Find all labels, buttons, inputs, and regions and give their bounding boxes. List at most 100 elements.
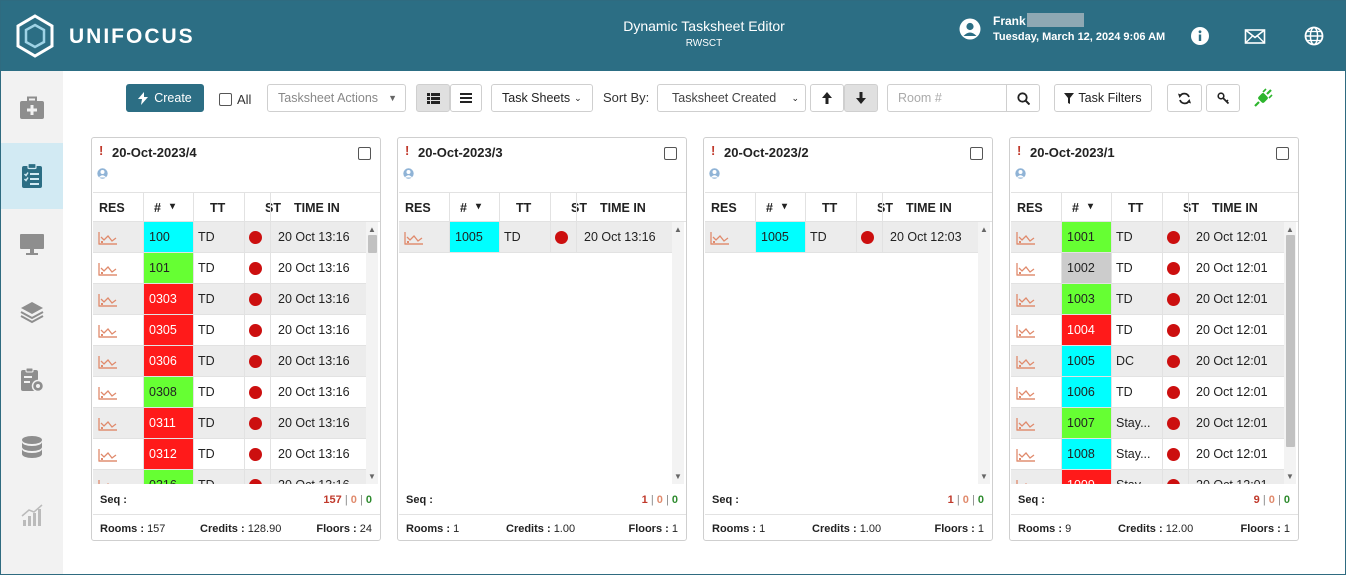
room-status-chart-icon[interactable] — [1016, 260, 1036, 276]
room-status-chart-icon[interactable] — [98, 384, 118, 400]
room-status-chart-icon[interactable] — [98, 260, 118, 276]
room-number-cell[interactable]: 0308 — [144, 377, 193, 407]
room-status-chart-icon[interactable] — [1016, 415, 1036, 431]
room-status-chart-icon[interactable] — [98, 415, 118, 431]
room-number-cell[interactable]: 1001 — [1062, 222, 1111, 252]
room-number-cell[interactable]: 1005 — [450, 222, 499, 252]
scroll-down-icon[interactable]: ▼ — [368, 472, 376, 481]
room-number-cell[interactable]: 1004 — [1062, 315, 1111, 345]
vertical-scrollbar[interactable]: ▲ ▼ — [366, 222, 378, 484]
task-sheets-dropdown[interactable]: Task Sheets ⌄ — [491, 84, 593, 112]
room-number-cell[interactable]: 0303 — [144, 284, 193, 314]
sidebar-item-first-aid[interactable] — [1, 75, 63, 141]
table-row[interactable]: 0308 TD 20 Oct 13:16 — [93, 377, 366, 408]
room-status-chart-icon[interactable] — [98, 353, 118, 369]
column-header-num[interactable]: # — [460, 201, 467, 215]
scroll-down-icon[interactable]: ▼ — [980, 472, 988, 481]
scroll-down-icon[interactable]: ▼ — [674, 472, 682, 481]
table-row[interactable]: 1005 TD 20 Oct 13:16 — [399, 222, 672, 253]
info-icon[interactable] — [1190, 26, 1210, 46]
sort-descending-button[interactable] — [844, 84, 878, 112]
room-status-chart-icon[interactable] — [1016, 384, 1036, 400]
sidebar-item-database[interactable] — [1, 415, 63, 481]
room-number-cell[interactable]: 1005 — [756, 222, 805, 252]
column-header-num[interactable]: # — [154, 201, 161, 215]
list-view-toggle[interactable] — [450, 84, 482, 112]
room-number-cell[interactable]: 101 — [144, 253, 193, 283]
sidebar-item-layers[interactable] — [1, 279, 63, 345]
sort-caret-icon[interactable]: ▾ — [170, 201, 175, 212]
room-status-chart-icon[interactable] — [1016, 322, 1036, 338]
column-header-num[interactable]: # — [766, 201, 773, 215]
card-select-checkbox[interactable] — [358, 147, 371, 160]
room-search-input[interactable]: Room # — [887, 84, 1007, 112]
mail-icon[interactable] — [1244, 26, 1266, 46]
room-number-cell[interactable]: 1009... — [1062, 470, 1111, 484]
table-row[interactable]: 100 TD 20 Oct 13:16 — [93, 222, 366, 253]
sort-by-select[interactable]: Tasksheet Created ⌄ — [657, 84, 806, 112]
globe-icon[interactable] — [1304, 26, 1324, 46]
room-status-chart-icon[interactable] — [1016, 291, 1036, 307]
table-row[interactable]: 1009... Stay... 20 Oct 12:01 — [1011, 470, 1284, 484]
card-select-checkbox[interactable] — [664, 147, 677, 160]
sort-caret-icon[interactable]: ▾ — [782, 201, 787, 212]
scroll-up-icon[interactable]: ▲ — [368, 225, 376, 234]
room-status-chart-icon[interactable] — [98, 477, 118, 484]
table-row[interactable]: 0312 TD 20 Oct 13:16 — [93, 439, 366, 470]
table-row[interactable]: 1006 TD 20 Oct 12:01 — [1011, 377, 1284, 408]
room-number-cell[interactable]: 1007 — [1062, 408, 1111, 438]
create-button[interactable]: Create — [126, 84, 204, 112]
scrollbar-thumb[interactable] — [1286, 235, 1295, 448]
card-select-checkbox[interactable] — [970, 147, 983, 160]
vertical-scrollbar[interactable]: ▲ ▼ — [1284, 222, 1296, 484]
sidebar-item-reports[interactable] — [1, 483, 63, 549]
room-number-cell[interactable]: 1002 — [1062, 253, 1111, 283]
room-number-cell[interactable]: 1003 — [1062, 284, 1111, 314]
table-row[interactable]: 0303 TD 20 Oct 13:16 — [93, 284, 366, 315]
scroll-up-icon[interactable]: ▲ — [1286, 225, 1294, 234]
room-status-chart-icon[interactable] — [98, 322, 118, 338]
table-row[interactable]: 1003 TD 20 Oct 12:01 — [1011, 284, 1284, 315]
scroll-up-icon[interactable]: ▲ — [980, 225, 988, 234]
tasksheet-actions-dropdown[interactable]: Tasksheet Actions ▼ — [267, 84, 406, 112]
room-status-chart-icon[interactable] — [404, 229, 424, 245]
room-status-chart-icon[interactable] — [1016, 477, 1036, 484]
room-status-chart-icon[interactable] — [1016, 229, 1036, 245]
room-status-chart-icon[interactable] — [1016, 353, 1036, 369]
refresh-button[interactable] — [1167, 84, 1202, 112]
card-select-checkbox[interactable] — [1276, 147, 1289, 160]
user-avatar-icon[interactable] — [959, 18, 981, 40]
table-row[interactable]: 0305 TD 20 Oct 13:16 — [93, 315, 366, 346]
table-row[interactable]: 1004 TD 20 Oct 12:01 — [1011, 315, 1284, 346]
table-row[interactable]: 1005 DC 20 Oct 12:01 — [1011, 346, 1284, 377]
table-row[interactable]: 1007 Stay... 20 Oct 12:01 — [1011, 408, 1284, 439]
room-status-chart-icon[interactable] — [710, 229, 730, 245]
room-number-cell[interactable]: 1006 — [1062, 377, 1111, 407]
room-number-cell[interactable]: 0306 — [144, 346, 193, 376]
room-number-cell[interactable]: 1005 — [1062, 346, 1111, 376]
table-row[interactable]: 0306 TD 20 Oct 13:16 — [93, 346, 366, 377]
sidebar-item-tasksheets[interactable] — [1, 143, 63, 209]
table-row[interactable]: 0316 TD 20 Oct 13:16 — [93, 470, 366, 484]
table-row[interactable]: 0311 TD 20 Oct 13:16 — [93, 408, 366, 439]
vertical-scrollbar[interactable]: ▲ ▼ — [672, 222, 684, 484]
sort-ascending-button[interactable] — [810, 84, 844, 112]
room-number-cell[interactable]: 0312 — [144, 439, 193, 469]
table-row[interactable]: 1005 TD 20 Oct 12:03 — [705, 222, 978, 253]
table-row[interactable]: 1001 TD 20 Oct 12:01 — [1011, 222, 1284, 253]
room-status-chart-icon[interactable] — [98, 229, 118, 245]
room-number-cell[interactable]: 100 — [144, 222, 193, 252]
sidebar-item-monitor[interactable] — [1, 211, 63, 277]
connection-status-icon[interactable] — [1253, 88, 1273, 108]
scrollbar-thumb[interactable] — [368, 235, 377, 253]
room-status-chart-icon[interactable] — [98, 291, 118, 307]
table-row[interactable]: 101 TD 20 Oct 13:16 — [93, 253, 366, 284]
vertical-scrollbar[interactable]: ▲ ▼ — [978, 222, 990, 484]
sort-caret-icon[interactable]: ▾ — [476, 201, 481, 212]
scroll-down-icon[interactable]: ▼ — [1286, 472, 1294, 481]
table-row[interactable]: 1002 TD 20 Oct 12:01 — [1011, 253, 1284, 284]
room-status-chart-icon[interactable] — [98, 446, 118, 462]
room-number-cell[interactable]: 1008 — [1062, 439, 1111, 469]
room-status-chart-icon[interactable] — [1016, 446, 1036, 462]
room-number-cell[interactable]: 0305 — [144, 315, 193, 345]
